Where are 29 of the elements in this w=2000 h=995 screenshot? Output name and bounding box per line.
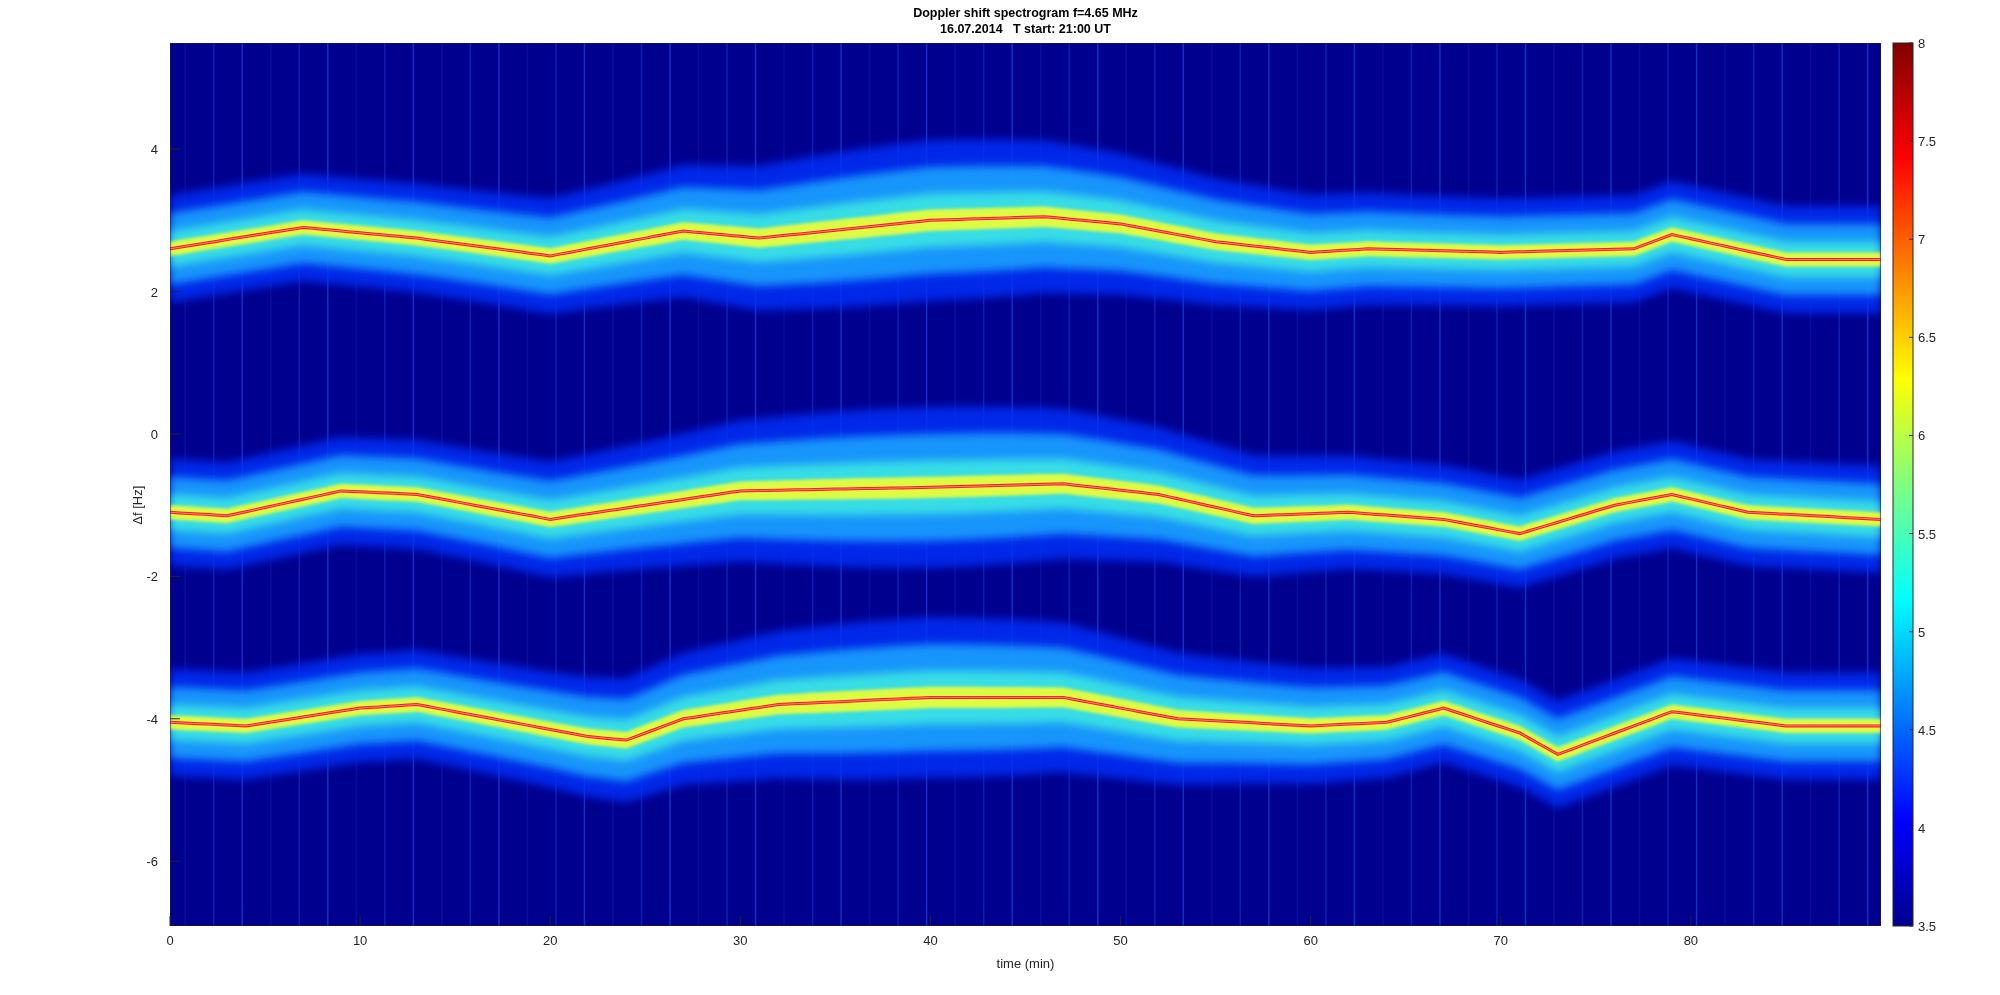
tick-label: 5.5	[1918, 526, 1937, 542]
tick-label: -4	[146, 711, 158, 727]
tick-label: 50	[1113, 933, 1128, 948]
tick-label: 5	[1918, 624, 1926, 640]
tick-label: 70	[1493, 933, 1508, 948]
tick-label: 20	[543, 933, 558, 948]
tick-label: 4	[1918, 820, 1926, 836]
tick-label: 6	[1918, 428, 1926, 444]
tick-label: 40	[923, 933, 938, 948]
tick-label: -6	[146, 854, 158, 870]
tick-label: -2	[146, 569, 158, 585]
tick-label: 6.5	[1918, 330, 1937, 346]
tick-label: 3.5	[1918, 919, 1937, 934]
tick-label: 0	[166, 933, 174, 948]
tick-label: 80	[1683, 933, 1699, 948]
tick-label: 7	[1918, 232, 1926, 248]
tick-label: 4.5	[1918, 722, 1937, 738]
tick-label: 0	[150, 426, 158, 442]
tick-label: 7.5	[1918, 134, 1937, 150]
tick-label: 60	[1303, 933, 1318, 948]
chart-title: Doppler shift spectrogram f=4.65 MHz	[913, 6, 1138, 20]
chart-title: 16.07.2014 T start: 21:00 UT	[940, 22, 1111, 36]
tick-label: 30	[733, 933, 748, 948]
axis-label: time (min)	[996, 956, 1055, 971]
tick-label: 8	[1918, 36, 1926, 51]
tick-label: 10	[352, 933, 368, 948]
axis-label: Δf [Hz]	[130, 485, 145, 525]
tick-label: 2	[150, 284, 158, 300]
tick-label: 4	[150, 142, 158, 158]
